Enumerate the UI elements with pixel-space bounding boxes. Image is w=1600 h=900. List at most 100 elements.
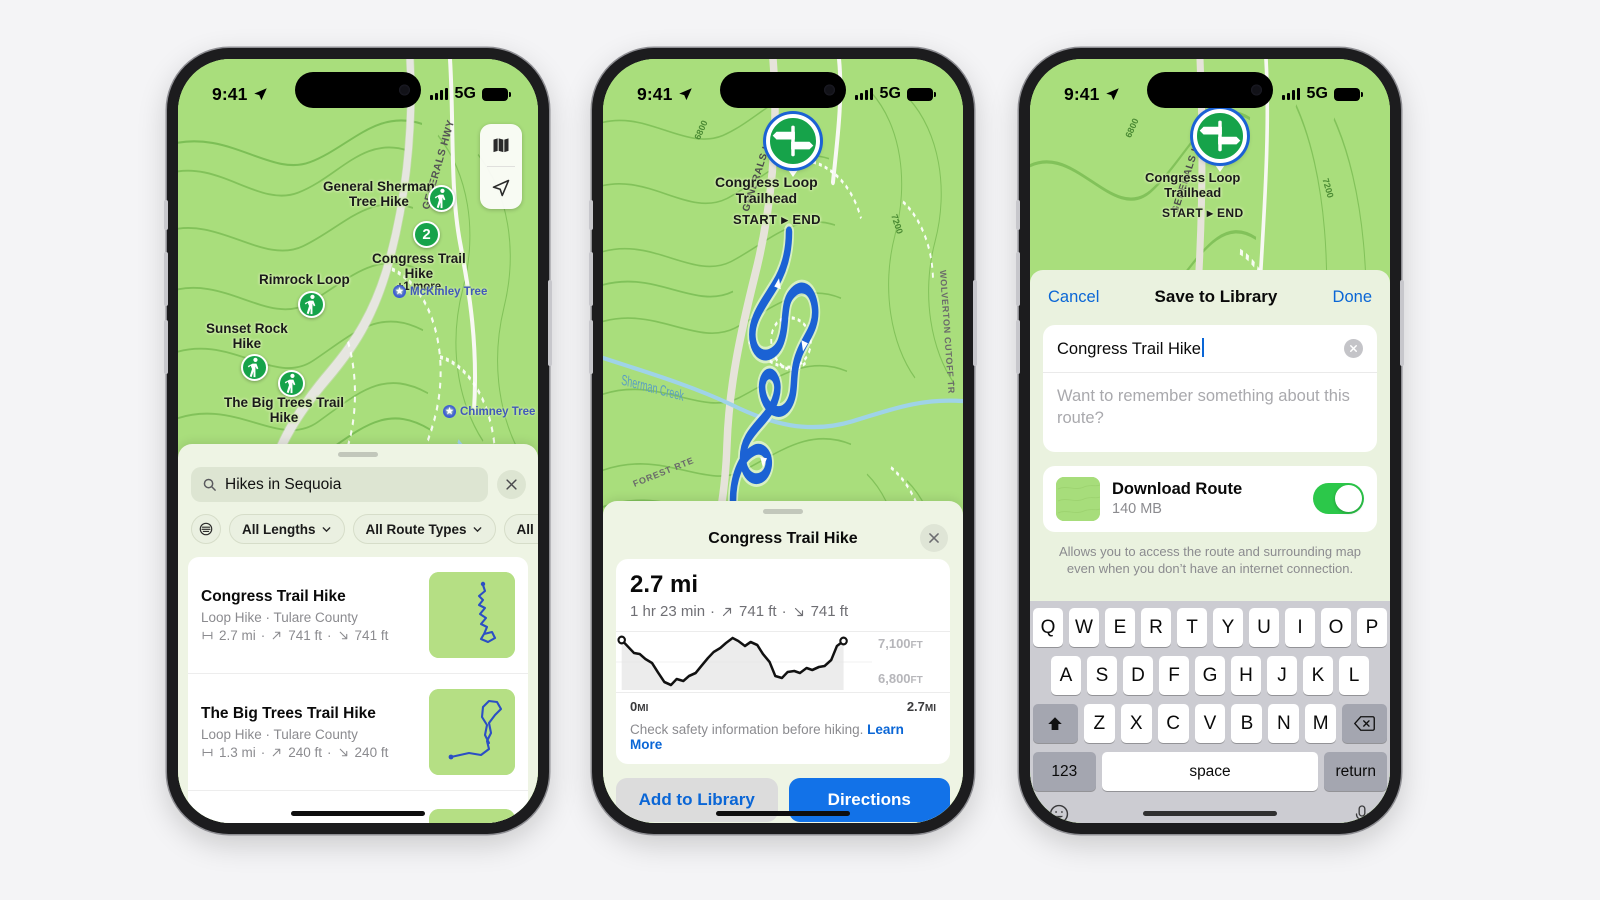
key-q[interactable]: Q [1033,608,1063,647]
search-sheet: All Lengths All Route Types All Elev C [178,444,538,823]
key-b[interactable]: B [1231,704,1263,743]
return-key[interactable]: return [1324,752,1387,791]
sheet-grabber[interactable] [338,452,378,457]
dictation-button[interactable] [1352,803,1372,823]
hiker-icon [247,357,259,378]
key-r[interactable]: R [1141,608,1171,647]
route-name-field[interactable]: Congress Trail Hike [1043,325,1377,373]
clear-text-button[interactable] [1344,339,1363,358]
key-e[interactable]: E [1105,608,1135,647]
home-indicator[interactable] [291,811,425,816]
note-field[interactable]: Want to remember something about this ro… [1043,373,1377,452]
phone-2-screen: Sherman Creek GENERALS HWY 6800 7200 FOR… [603,59,963,823]
filter-chip-all-lengths[interactable]: All Lengths [229,514,345,544]
unit: FT [910,675,923,686]
map-pin-hiker-big-trees[interactable] [278,370,305,397]
key-n[interactable]: N [1268,704,1300,743]
map-pin-hiker-general-sherman[interactable] [428,185,455,212]
shift-key[interactable] [1033,704,1078,743]
silent-switch[interactable] [164,200,168,230]
descent-arrow-icon [339,631,347,639]
key-u[interactable]: U [1249,608,1279,647]
map-poi-mckinley-tree[interactable]: ★ McKinley Tree [393,285,487,298]
pin-ring [766,114,820,168]
filter-chip-all-elevation[interactable]: All Elev [503,514,538,544]
key-g[interactable]: G [1195,656,1225,695]
map-poi-chimney-tree[interactable]: ★ Chimney Tree [443,405,535,418]
map-pin-hiker-rimrock[interactable] [298,291,325,318]
power-button[interactable] [1400,280,1404,366]
dynamic-island [295,72,421,108]
map-layers-button[interactable] [480,124,522,166]
filter-settings-button[interactable] [191,514,221,544]
key-y[interactable]: Y [1213,608,1243,647]
battery-icon [482,87,512,101]
results-list[interactable]: Congress Trail Hike Loop Hike · Tulare C… [188,557,528,823]
volume-down-button[interactable] [1016,320,1020,374]
volume-down-button[interactable] [589,320,593,374]
key-a[interactable]: A [1051,656,1081,695]
home-indicator[interactable] [1143,811,1277,816]
download-route-row[interactable]: Download Route 140 MB [1043,465,1377,532]
silent-switch[interactable] [589,200,593,230]
key-z[interactable]: Z [1083,704,1115,743]
key-s[interactable]: S [1087,656,1117,695]
map-pin-congress-loop-trailhead[interactable] [766,114,820,177]
key-h[interactable]: H [1231,656,1261,695]
volume-down-button[interactable] [164,320,168,374]
key-k[interactable]: K [1303,656,1333,695]
download-size: 140 MB [1112,501,1162,518]
key-m[interactable]: M [1305,704,1337,743]
cancel-button[interactable]: Cancel [1048,288,1099,307]
key-d[interactable]: D [1123,656,1153,695]
home-indicator[interactable] [716,811,850,816]
key-c[interactable]: C [1157,704,1189,743]
numbers-key[interactable]: 123 [1033,752,1096,791]
dot-separator: · [781,603,787,620]
key-f[interactable]: F [1159,656,1189,695]
space-key[interactable]: space [1101,752,1319,791]
key-l[interactable]: L [1339,656,1369,695]
on-screen-keyboard: Q W E R T Y U I O P A S D F G H J K L Z … [1030,601,1390,823]
emoji-button[interactable] [1048,803,1070,823]
close-button[interactable] [920,524,948,552]
distance-icon [202,631,213,639]
volume-up-button[interactable] [589,252,593,306]
volume-up-button[interactable] [164,252,168,306]
sheet-grabber[interactable] [763,509,803,514]
search-input[interactable] [225,475,477,494]
map-pin-congress-loop-trailhead-3[interactable] [1193,109,1247,172]
key-j[interactable]: J [1267,656,1297,695]
table-row[interactable]: The Big Trees Trail Hike Loop Hike · Tul… [188,674,528,791]
map-pin-cluster-congress[interactable]: 2 [413,221,440,248]
key-t[interactable]: T [1177,608,1207,647]
volume-up-button[interactable] [1016,252,1020,306]
key-x[interactable]: X [1120,704,1152,743]
key-w[interactable]: W [1069,608,1099,647]
key-p[interactable]: P [1357,608,1387,647]
locate-me-button[interactable] [480,167,522,209]
table-row[interactable]: Congress Trail Hike Loop Hike · Tulare C… [188,557,528,674]
backspace-key[interactable] [1342,704,1387,743]
done-button[interactable]: Done [1333,288,1372,307]
result-distance: 1.3 mi [219,744,256,760]
key-i[interactable]: I [1285,608,1315,647]
power-button[interactable] [973,280,977,366]
filter-chip-all-route-types[interactable]: All Route Types [352,514,496,544]
result-ascent: 240 ft [288,744,323,760]
name-and-note-card: Congress Trail Hike Want to remember som… [1043,325,1377,452]
result-stats: 1.3 mi · 240 ft · 240 ft [201,745,417,760]
result-subtitle: Loop Hike · Tulare County [201,726,358,742]
result-title: Congress Trail Hike [201,587,346,605]
silent-switch[interactable] [1016,200,1020,230]
table-row[interactable]: Crescent Meadow Hike [188,791,528,823]
key-v[interactable]: V [1194,704,1226,743]
clear-search-button[interactable] [497,470,526,499]
power-button[interactable] [548,280,552,366]
search-field[interactable] [191,467,488,502]
front-camera-icon [1251,84,1262,96]
key-o[interactable]: O [1321,608,1351,647]
map-pin-hiker-sunset-rock[interactable] [241,354,268,381]
front-camera-icon [399,84,410,96]
download-route-toggle[interactable] [1313,483,1364,515]
